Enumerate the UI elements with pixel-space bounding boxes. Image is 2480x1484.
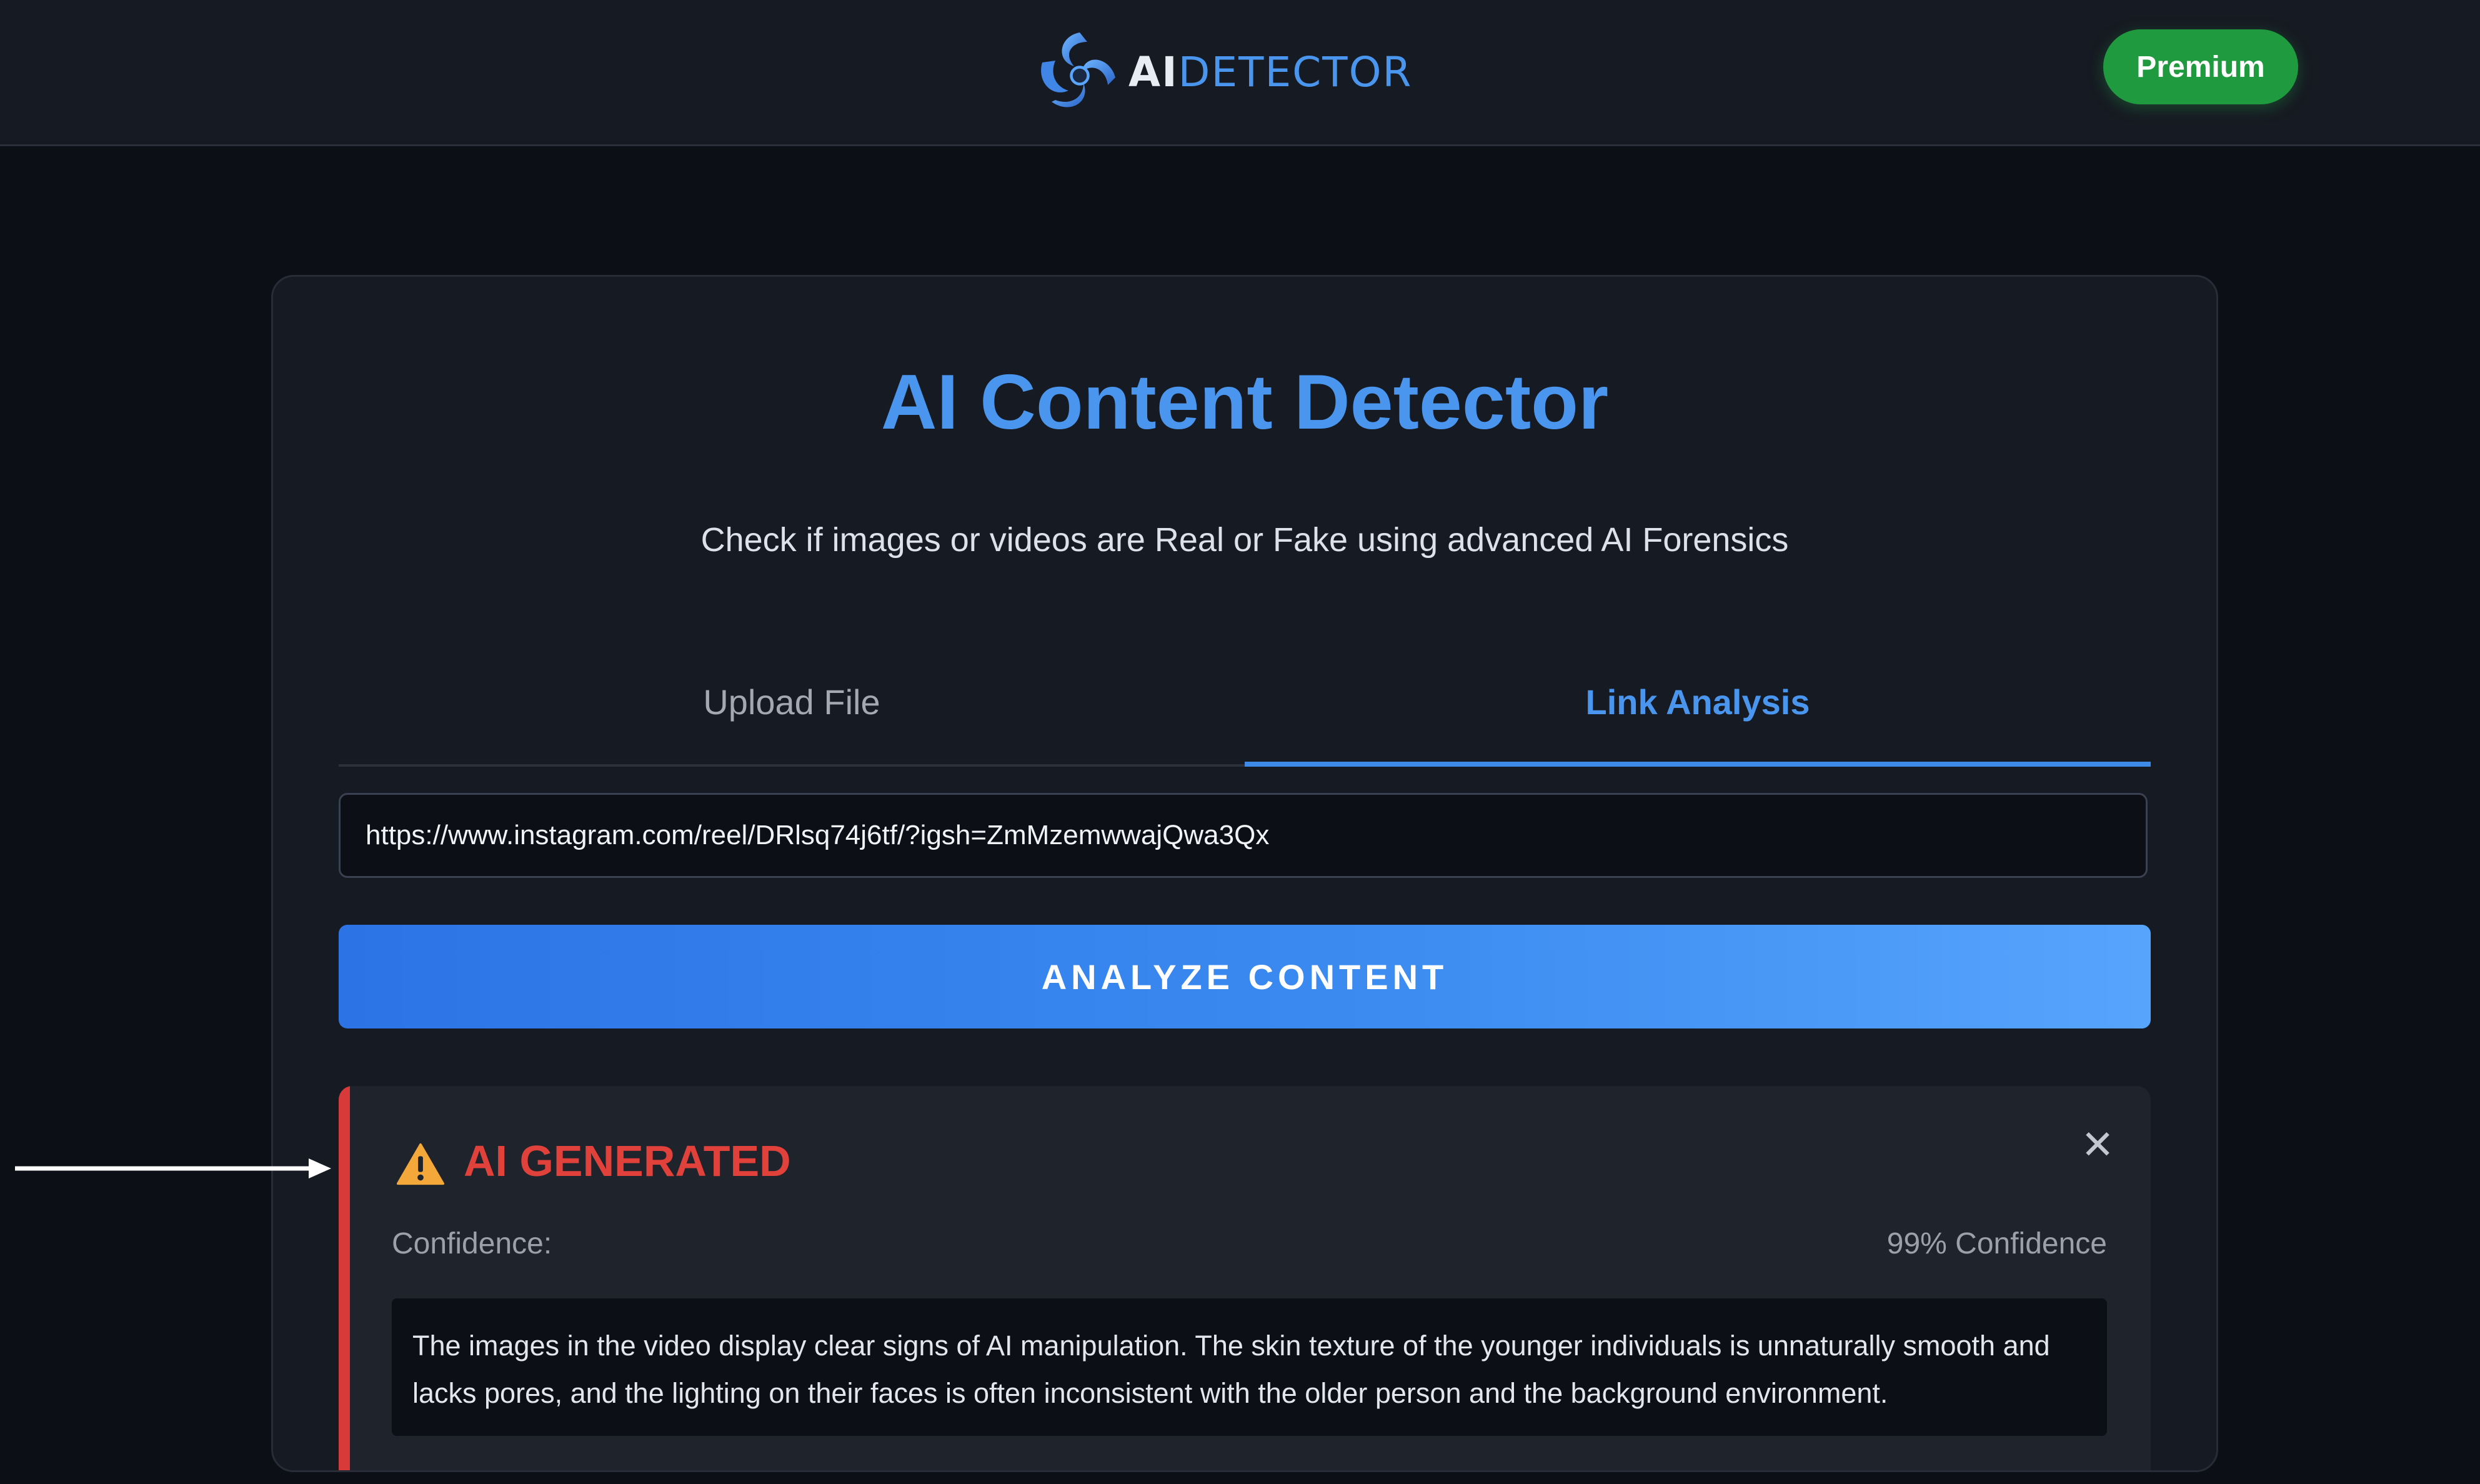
result-accent-bar	[339, 1086, 350, 1470]
page-title: AI Content Detector	[880, 359, 1609, 446]
tab-link-analysis[interactable]: Link Analysis	[1245, 639, 2151, 764]
result-panel: AI GENERATED ✕ Confidence: 99% Confidenc…	[339, 1086, 2151, 1470]
pointer-arrow-icon	[15, 1158, 331, 1178]
brand-detector-text: DETECTOR	[1178, 47, 1413, 96]
top-bar: AIDETECTOR Premium	[0, 0, 2480, 146]
analysis-explanation: The images in the video display clear si…	[392, 1298, 2107, 1436]
mode-tabs: Upload File Link Analysis	[339, 639, 2151, 767]
url-input[interactable]	[339, 793, 2148, 878]
premium-button[interactable]: Premium	[2103, 29, 2298, 104]
confidence-label: Confidence:	[392, 1227, 552, 1260]
analyze-content-button[interactable]: ANALYZE CONTENT	[339, 925, 2151, 1028]
verdict-label: AI GENERATED	[464, 1137, 791, 1185]
tab-upload-file[interactable]: Upload File	[339, 639, 1245, 764]
warning-icon	[396, 1143, 445, 1185]
spiral-logo-icon	[1041, 32, 1115, 107]
detector-card: AI Content Detector Check if images or v…	[271, 275, 2218, 1472]
close-icon[interactable]: ✕	[2076, 1123, 2119, 1167]
brand-ai-text: AI	[1128, 47, 1178, 96]
confidence-value: 99% Confidence	[1886, 1227, 2107, 1260]
page-subtitle: Check if images or videos are Real or Fa…	[700, 521, 1789, 559]
brand-name: AIDETECTOR	[1128, 48, 1412, 96]
active-tab-indicator	[1245, 762, 2151, 767]
brand-logo[interactable]: AIDETECTOR	[1031, 25, 1412, 119]
